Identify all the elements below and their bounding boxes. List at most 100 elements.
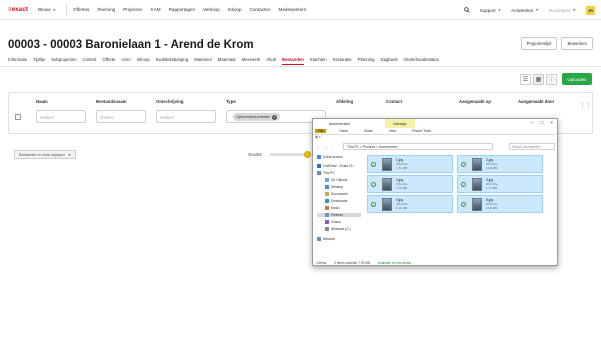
file-item[interactable]: ✓ 3.jpg JPG File 1,72 MB	[367, 175, 453, 193]
exact-logo[interactable]: ≡exact	[8, 7, 28, 13]
sidebar-item-3d-objects[interactable]: 3D Objects	[325, 178, 347, 182]
sidebar-item-downloads[interactable]: Downloads	[325, 199, 347, 203]
info-icon[interactable]: ⓘ	[546, 74, 557, 85]
tab-informatie[interactable]: Informatie	[8, 57, 27, 65]
tab-materiaal[interactable]: Materiaal	[218, 57, 236, 65]
user-menu[interactable]: Roodzijers ▼	[549, 8, 576, 13]
file-item[interactable]: ✓ 5.jpg JPG File 2,11 MB	[367, 195, 453, 213]
minimize-icon[interactable]: –	[531, 120, 534, 125]
support-menu[interactable]: Support ▼	[480, 8, 502, 13]
quick-access-toolbar[interactable]: ▣ ▾	[315, 135, 321, 141]
ribbon-tab-file[interactable]: File	[315, 129, 327, 133]
nav-item-planning[interactable]: Planning	[97, 7, 115, 12]
checkmark-icon[interactable]: ✓	[371, 182, 376, 187]
ribbon-tab-home[interactable]: Home	[336, 129, 351, 133]
tab-subprojecten[interactable]: Subprojecten	[51, 57, 76, 65]
nav-item-inkoop[interactable]: Inkoop	[228, 7, 242, 12]
ribbon-tab-share[interactable]: Share	[361, 129, 376, 133]
close-icon[interactable]: ×	[272, 114, 278, 120]
column-header-contact[interactable]: Contact	[386, 99, 402, 104]
address-bar[interactable]: This PC > Pictures > documenten	[343, 143, 493, 150]
manage-ribbon-tab[interactable]: Manage	[385, 119, 415, 128]
ribbon-tab-picture-tools[interactable]: Picture Tools	[409, 129, 434, 133]
nav-item-offertes[interactable]: Offertes	[73, 7, 89, 12]
tab-afval[interactable]: Afval	[266, 57, 276, 65]
sidebar-item-windows-c[interactable]: Windows (C:)	[325, 227, 351, 231]
column-header-type[interactable]: Type	[226, 99, 236, 104]
close-icon[interactable]: ×	[550, 120, 553, 125]
nav-item-rapportages[interactable]: Rapportages	[169, 7, 195, 12]
environment-selector[interactable]: Bloow ▼	[38, 7, 56, 12]
sidebar-item-documents[interactable]: Documents	[325, 192, 348, 196]
file-explorer-window[interactable]: documenten – □ × Manage File Home Share …	[312, 118, 558, 266]
bulk-edit-button[interactable]: Bestanden in bulk wijzigen ▼	[14, 150, 77, 159]
nav-item-kam[interactable]: KAM	[151, 7, 161, 12]
column-header-created-by[interactable]: Aangemaakt door	[518, 99, 554, 104]
more-options-icon[interactable]: ⋮⋮	[580, 100, 592, 111]
sidebar-item-music[interactable]: Music	[325, 206, 340, 210]
project-list-button[interactable]: Projectenlijst	[520, 37, 558, 50]
folder-icon	[325, 185, 329, 189]
nav-item-contacten[interactable]: Contacten	[250, 7, 271, 12]
sidebar-item-network[interactable]: Network	[317, 237, 335, 241]
up-arrow-icon[interactable]: ↑	[332, 145, 334, 149]
list-view-icon[interactable]: ☰	[520, 74, 531, 85]
search-input-name[interactable]: Zoeken	[36, 110, 86, 123]
tab-bestanden[interactable]: Bestanden	[281, 57, 304, 65]
back-arrow-icon[interactable]: ←	[316, 145, 320, 149]
sidebar-item-pictures[interactable]: Pictures	[317, 213, 361, 217]
checkmark-icon[interactable]: ✓	[461, 162, 466, 167]
search-input-description[interactable]: Zoeken	[156, 110, 216, 123]
explorer-titlebar[interactable]: documenten – □ ×	[313, 119, 557, 128]
search-icon[interactable]	[463, 7, 470, 13]
sidebar-item-quick-access[interactable]: Quick access	[317, 155, 343, 159]
tab-control[interactable]: Control	[82, 57, 96, 65]
tab-meerwerk[interactable]: Meerwerk	[241, 57, 260, 65]
tab-facturatie[interactable]: Facturatie	[333, 57, 352, 65]
checkmark-icon[interactable]: ✓	[371, 202, 376, 207]
tab-uren[interactable]: Uren	[121, 57, 130, 65]
type-filter-chip[interactable]: Opleverdocumenten ×	[233, 113, 281, 121]
tab-offerte[interactable]: Offerte	[102, 57, 115, 65]
ribbon-tab-view[interactable]: View	[386, 129, 399, 133]
file-item[interactable]: ✓ 1.jpg JPG File 1,71 MB	[367, 155, 453, 173]
nav-item-projecten[interactable]: Projecten	[123, 7, 142, 12]
sidebar-item-desktop[interactable]: Desktop	[325, 185, 343, 189]
file-size: 2,11 MB	[396, 206, 407, 210]
sidebar-item-videos[interactable]: Videos	[325, 220, 341, 224]
tab-dagboek[interactable]: Dagboek	[380, 57, 397, 65]
tab-planning[interactable]: Planning	[358, 57, 375, 65]
activities-menu[interactable]: Activiteiten ▼	[511, 8, 539, 13]
sidebar-item-this-pc[interactable]: This PC	[317, 171, 335, 175]
checkmark-icon[interactable]: ✓	[461, 202, 466, 207]
checkmark-icon[interactable]: ✓	[461, 182, 466, 187]
tab-onderhoudsstatus[interactable]: Onderhoudsstatus	[404, 57, 439, 65]
select-all-checkbox[interactable]	[15, 114, 21, 120]
edit-button[interactable]: Bewerken	[561, 37, 593, 50]
column-header-description[interactable]: Omschrijving	[156, 99, 183, 104]
explorer-search-input[interactable]: Search documenten	[509, 143, 555, 150]
column-header-filename[interactable]: Bestandsnaam	[96, 99, 127, 104]
tab-kwaliteitsborging[interactable]: Kwaliteitsborging	[156, 57, 188, 65]
grid-view-icon[interactable]: ▦	[533, 74, 544, 85]
forward-arrow-icon[interactable]: →	[324, 145, 328, 149]
file-item[interactable]: ✓ 6.jpg JPG File 1,95 MB	[457, 195, 543, 213]
search-input-filename[interactable]: Zoeken	[96, 110, 146, 123]
column-header-name[interactable]: Naam	[36, 99, 48, 104]
tab-tijdlijn[interactable]: Tijdlijn	[33, 57, 45, 65]
nav-item-medewerkers[interactable]: Medewerkers	[279, 7, 307, 12]
size-slider-handle[interactable]	[304, 151, 311, 158]
column-header-department[interactable]: Afdeling	[336, 99, 353, 104]
tab-klachten[interactable]: Klachten	[310, 57, 327, 65]
maximize-icon[interactable]: □	[541, 120, 544, 125]
upload-button[interactable]: Uploaden	[562, 73, 592, 85]
column-header-created-on[interactable]: Aangemaakt op	[459, 99, 491, 104]
tab-inkoop[interactable]: Inkoop	[137, 57, 150, 65]
tab-materieel[interactable]: Materieel	[194, 57, 212, 65]
file-item[interactable]: ✓ 2.jpg JPG File 1,68 MB	[457, 155, 543, 173]
file-item[interactable]: ✓ 4.jpg JPG File 1,77 MB	[457, 175, 543, 193]
nav-item-verkoop[interactable]: Verkoop	[203, 7, 220, 12]
sidebar-item-onedrive-exact-gr[interactable]: OneDrive - Exact Gr...	[317, 164, 355, 168]
checkmark-icon[interactable]: ✓	[371, 162, 376, 167]
avatar[interactable]: JR	[586, 5, 595, 15]
